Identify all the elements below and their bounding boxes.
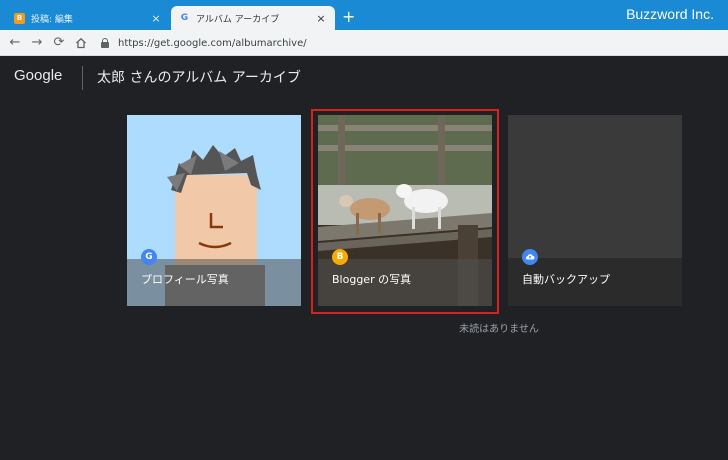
unread-status: 未読はありません — [459, 324, 539, 335]
close-icon[interactable]: × — [150, 12, 162, 25]
tab-title: 投稿: 編集 — [31, 14, 73, 25]
url-text: https://get.google.com/albumarchive/ — [118, 37, 307, 49]
tab-strip: B 投稿: 編集 × G アルバム アーカイブ × + Buzzword Inc… — [0, 0, 728, 30]
selection-highlight — [311, 109, 499, 314]
tab-album-archive[interactable]: G アルバム アーカイブ × — [171, 6, 335, 30]
browser-toolbar: ← → ⟳ https://get.google.com/albumarchiv… — [0, 30, 728, 56]
google-logo[interactable]: Google — [14, 67, 62, 84]
tab-blogger-edit[interactable]: B 投稿: 編集 × — [6, 6, 170, 30]
reload-icon[interactable]: ⟳ — [50, 34, 68, 52]
back-arrow-icon[interactable]: ← — [6, 34, 24, 52]
google-badge-icon: G — [141, 249, 157, 265]
tab-title: アルバム アーカイブ — [196, 14, 280, 25]
brand-watermark: Buzzword Inc. — [626, 6, 714, 22]
address-bar[interactable]: https://get.google.com/albumarchive/ — [100, 34, 720, 52]
album-label: プロフィール写真 — [141, 273, 229, 286]
album-label: 自動バックアップ — [522, 273, 610, 286]
blogger-icon: B — [14, 12, 25, 24]
header-divider — [82, 66, 83, 90]
album-archive-page: Google 太郎 さんのアルバム アーカイブ G プロフィール写真 B Blo… — [0, 56, 728, 460]
google-icon: G — [180, 13, 189, 23]
lock-icon — [100, 38, 110, 48]
album-card-auto-backup[interactable]: 自動バックアップ — [508, 115, 682, 306]
close-icon[interactable]: × — [315, 12, 327, 25]
album-card-profile[interactable]: G プロフィール写真 — [127, 115, 301, 306]
forward-arrow-icon[interactable]: → — [28, 34, 46, 52]
cloud-upload-icon — [522, 249, 538, 265]
page-title: 太郎 さんのアルバム アーカイブ — [97, 70, 301, 86]
home-icon[interactable] — [72, 34, 90, 52]
new-tab-button[interactable]: + — [342, 8, 355, 26]
